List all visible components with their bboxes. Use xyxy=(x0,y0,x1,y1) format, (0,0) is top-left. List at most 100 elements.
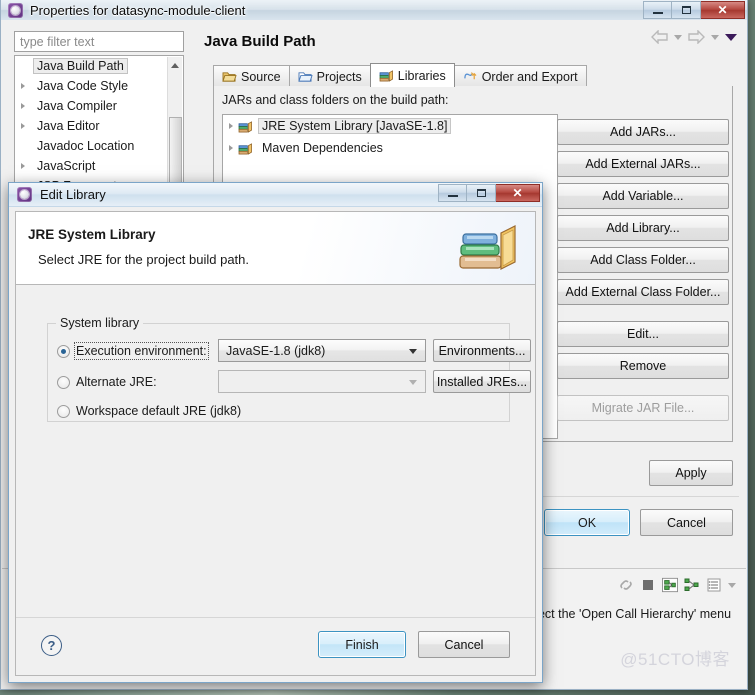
combo-value: JavaSE-1.8 (jdk8) xyxy=(226,343,326,358)
add-jars-button[interactable]: Add JARs... xyxy=(557,119,729,145)
books-stack-icon xyxy=(459,225,516,270)
apply-button[interactable]: Apply xyxy=(649,460,733,486)
cancel-button[interactable]: Cancel xyxy=(640,509,733,536)
radio-execution-environment[interactable] xyxy=(57,344,70,358)
tree-item-java-editor[interactable]: Java Editor xyxy=(15,116,183,136)
tab-projects[interactable]: Projects xyxy=(288,65,371,87)
minimize-icon xyxy=(447,194,458,197)
tab-source[interactable]: Source xyxy=(213,65,290,87)
tree-item-label: Java Editor xyxy=(37,119,100,133)
list-view-icon[interactable] xyxy=(706,577,722,593)
jar-row[interactable]: JRE System Library [JavaSE-1.8] xyxy=(223,115,557,137)
libraries-action-buttons: Add JARs... Add External JARs... Add Var… xyxy=(557,119,729,427)
add-library-button[interactable]: Add Library... xyxy=(557,215,729,241)
dialog-title: Edit Library xyxy=(40,187,106,202)
add-external-class-folder-button[interactable]: Add External Class Folder... xyxy=(557,279,729,305)
scrollbar-thumb[interactable] xyxy=(169,117,182,189)
hierarchy-icon[interactable] xyxy=(684,577,700,593)
group-legend: System library xyxy=(56,316,144,330)
tab-libraries[interactable]: Libraries xyxy=(369,63,455,87)
installed-jres-button[interactable]: Installed JREs... xyxy=(433,370,531,393)
dialog-window-controls: ✕ xyxy=(438,184,540,202)
libraries-books-icon xyxy=(379,70,393,82)
alternate-jre-combo xyxy=(218,370,426,393)
chevron-right-icon[interactable] xyxy=(21,83,25,89)
dialog-maximize-button[interactable] xyxy=(467,184,496,202)
filter-input[interactable]: type filter text xyxy=(14,31,184,52)
button-label: Installed JREs... xyxy=(436,374,528,389)
back-arrow-icon[interactable] xyxy=(651,30,668,44)
editor-hint-text: select the 'Open Call Hierarchy' menu xyxy=(522,607,732,621)
tree-item-label: Java Code Style xyxy=(37,79,129,93)
option-workspace-default-jre[interactable]: Workspace default JRE (jdk8) xyxy=(57,400,241,422)
dialog-content: System library Execution environment: Ja… xyxy=(16,285,535,675)
tab-label: Order and Export xyxy=(481,69,578,84)
option-execution-environment[interactable]: Execution environment: xyxy=(57,340,209,362)
maximize-icon xyxy=(681,6,691,14)
filter-placeholder-text: type filter text xyxy=(20,34,95,49)
page-title: Java Build Path xyxy=(204,33,316,50)
ok-label: OK xyxy=(577,515,597,530)
ok-button[interactable]: OK xyxy=(544,509,630,536)
tree-item-label: JavaScript xyxy=(37,159,96,173)
stop-icon[interactable] xyxy=(640,577,656,593)
source-folder-icon xyxy=(222,72,237,82)
tree-item-javadoc-location[interactable]: Javadoc Location xyxy=(15,136,183,156)
tab-order-and-export[interactable]: Order and Export xyxy=(453,65,587,87)
environments-button[interactable]: Environments... xyxy=(433,339,531,362)
dialog-cancel-button[interactable]: Cancel xyxy=(418,631,510,658)
add-external-jars-button[interactable]: Add External JARs... xyxy=(557,151,729,177)
finish-button[interactable]: Finish xyxy=(318,631,406,658)
view-menu-icon[interactable] xyxy=(728,582,736,588)
execution-environment-combo[interactable]: JavaSE-1.8 (jdk8) xyxy=(218,339,426,362)
add-variable-button[interactable]: Add Variable... xyxy=(557,183,729,209)
tree-item-label: Java Compiler xyxy=(37,99,117,113)
option-label: Workspace default JRE (jdk8) xyxy=(76,404,242,418)
dialog-header: JRE System Library Select JRE for the pr… xyxy=(16,212,535,285)
forward-dropdown-icon[interactable] xyxy=(711,34,719,40)
jar-row[interactable]: Maven Dependencies xyxy=(223,137,557,159)
option-label: Alternate JRE: xyxy=(76,375,157,389)
tree-item-java-compiler[interactable]: Java Compiler xyxy=(15,96,183,116)
maximize-button[interactable] xyxy=(672,1,701,19)
migrate-jar-file-button: Migrate JAR File... xyxy=(557,395,729,421)
add-class-folder-button[interactable]: Add Class Folder... xyxy=(557,247,729,273)
tree-item-java-build-path[interactable]: Java Build Path xyxy=(15,56,183,76)
edit-button[interactable]: Edit... xyxy=(557,321,729,347)
jar-label: JRE System Library [JavaSE-1.8] xyxy=(258,118,452,134)
tab-label: Libraries xyxy=(397,68,446,83)
dialog-footer: ? Finish Cancel xyxy=(16,617,535,675)
tree-item-java-code-style[interactable]: Java Code Style xyxy=(15,76,183,96)
close-button[interactable]: ✕ xyxy=(701,1,745,19)
editor-toolbar xyxy=(618,577,736,593)
option-alternate-jre[interactable]: Alternate JRE: xyxy=(57,371,157,393)
chevron-right-icon[interactable] xyxy=(21,103,25,109)
chevron-right-icon[interactable] xyxy=(21,163,25,169)
properties-titlebar: Properties for datasync-module-client ✕ xyxy=(1,0,747,20)
caret-up-icon xyxy=(171,62,179,68)
back-dropdown-icon[interactable] xyxy=(674,34,682,40)
close-icon: ✕ xyxy=(512,186,523,200)
chevron-right-icon[interactable] xyxy=(229,145,233,151)
help-icon[interactable]: ? xyxy=(41,635,62,656)
dialog-close-button[interactable]: ✕ xyxy=(496,184,540,202)
dialog-body: JRE System Library Select JRE for the pr… xyxy=(15,211,536,676)
link-editor-icon[interactable] xyxy=(618,577,634,593)
minimize-button[interactable] xyxy=(643,1,672,19)
option-label: Execution environment: xyxy=(74,342,209,360)
watermark: @51CTO博客 xyxy=(620,650,730,669)
eclipse-icon xyxy=(8,2,23,18)
call-hierarchy-icon[interactable] xyxy=(662,577,678,593)
chevron-right-icon[interactable] xyxy=(21,123,25,129)
radio-workspace-default-jre[interactable] xyxy=(57,404,70,418)
scroll-up-button[interactable] xyxy=(168,57,182,73)
view-menu-icon[interactable] xyxy=(725,33,737,41)
chevron-right-icon[interactable] xyxy=(229,123,233,129)
dialog-minimize-button[interactable] xyxy=(438,184,467,202)
tree-item-javascript[interactable]: JavaScript xyxy=(15,156,183,176)
remove-button[interactable]: Remove xyxy=(557,353,729,379)
order-export-icon xyxy=(463,71,477,80)
radio-alternate-jre[interactable] xyxy=(57,375,70,389)
navigation-arrows xyxy=(651,30,737,44)
forward-arrow-icon[interactable] xyxy=(688,30,705,44)
